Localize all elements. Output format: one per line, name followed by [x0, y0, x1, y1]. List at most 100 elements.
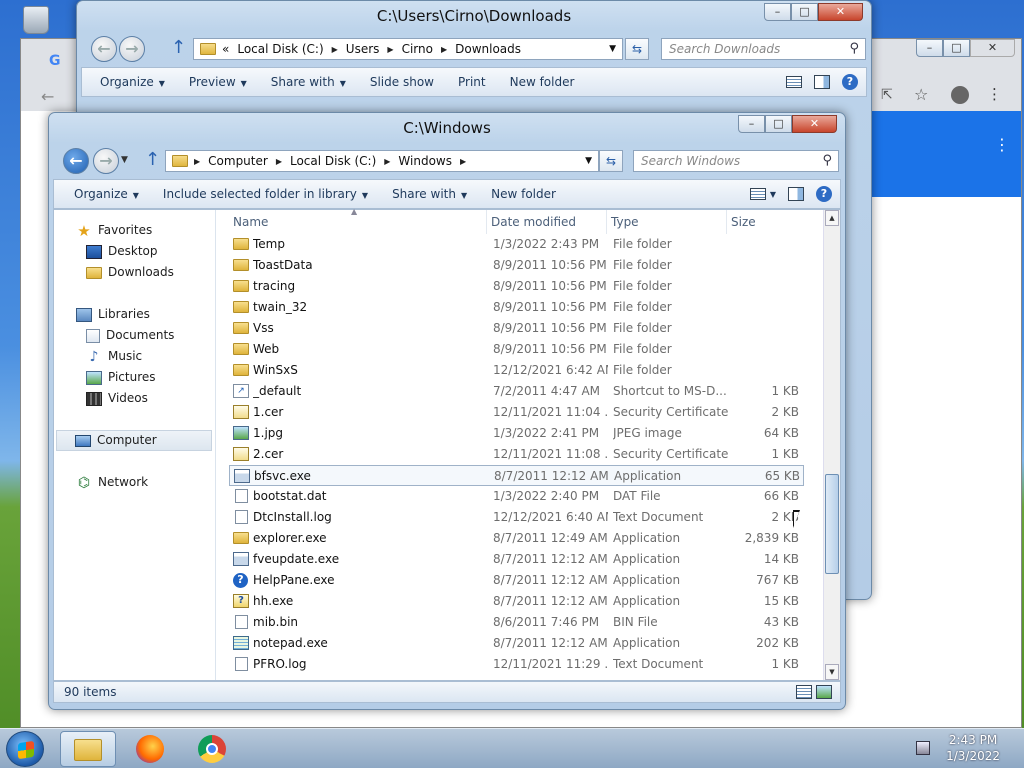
- start-button[interactable]: [6, 731, 44, 767]
- downloads-organize-button[interactable]: Organize ▼: [82, 75, 177, 89]
- preview-pane-icon[interactable]: [788, 187, 804, 201]
- nav-downloads[interactable]: Downloads: [86, 262, 174, 283]
- file-row[interactable]: ? hh.exe 8/7/2011 12:12 AM Application 15 KB: [229, 591, 804, 612]
- chrome-google-tab-icon[interactable]: G: [49, 53, 61, 69]
- minimize-button[interactable]: –: [738, 115, 765, 133]
- downloads-preview-pane-icon[interactable]: [814, 75, 830, 89]
- downloads-preview-button[interactable]: Preview ▼: [177, 75, 259, 89]
- scrollbar-thumb[interactable]: [825, 474, 839, 574]
- file-row[interactable]: ToastData 8/9/2011 10:56 PM File folder: [229, 255, 804, 276]
- view-chevron-down-icon[interactable]: ▼: [770, 190, 776, 199]
- downloads-address-bar[interactable]: « Local Disk (C:) ▶ Users ▶ Cirno ▶ Down…: [193, 38, 623, 60]
- file-row[interactable]: bfsvc.exe 8/7/2011 12:12 AM Application 65 …: [229, 465, 804, 486]
- downloads-print-button[interactable]: Print: [446, 75, 498, 89]
- breadcrumb-windows[interactable]: Windows: [398, 154, 452, 168]
- file-row[interactable]: notepad.exe 8/7/2011 12:12 AM Application 2…: [229, 633, 804, 654]
- nav-network[interactable]: ⌬ Network: [76, 472, 148, 493]
- file-row[interactable]: WinSxS 12/12/2021 6:42 AM File folder: [229, 360, 804, 381]
- nav-music[interactable]: ♪ Music: [86, 346, 143, 367]
- downloads-crumb[interactable]: Downloads: [455, 42, 521, 56]
- address-bar[interactable]: ▶ Computer ▶ Local Disk (C:) ▶ Windows ▶…: [165, 150, 599, 172]
- breadcrumb-computer[interactable]: Computer: [208, 154, 268, 168]
- column-header-date[interactable]: Date modified: [487, 210, 607, 234]
- nav-computer[interactable]: Computer: [56, 430, 212, 451]
- downloads-back-button[interactable]: ←: [91, 36, 117, 62]
- file-row[interactable]: Vss 8/9/2011 10:56 PM File folder: [229, 318, 804, 339]
- downloads-search-input[interactable]: Search Downloads ⚲: [661, 38, 866, 60]
- column-header-name[interactable]: Name: [229, 210, 487, 234]
- recycle-bin-icon[interactable]: [18, 6, 54, 36]
- nav-videos[interactable]: Videos: [86, 388, 148, 409]
- organize-button[interactable]: Organize ▼: [54, 187, 151, 201]
- file-row[interactable]: ? HelpPane.exe 8/7/2011 12:12 AM Applicatio…: [229, 570, 804, 591]
- file-row[interactable]: 1.jpg 1/3/2022 2:41 PM JPEG image 64 KB: [229, 423, 804, 444]
- downloads-maximize-button[interactable]: □: [791, 3, 818, 21]
- downloads-crumb[interactable]: Users: [346, 42, 380, 56]
- downloads-help-icon[interactable]: ?: [842, 74, 858, 90]
- help-icon[interactable]: ?: [816, 186, 832, 202]
- include-in-library-button[interactable]: Include selected folder in library ▼: [151, 187, 380, 201]
- nav-pictures[interactable]: Pictures: [86, 367, 156, 388]
- downloads-share-with-button[interactable]: Share with ▼: [259, 75, 358, 89]
- chevron-down-icon[interactable]: ▼: [585, 156, 592, 166]
- file-row[interactable]: 1.cer 12/11/2021 11:04 ... Security Certif…: [229, 402, 804, 423]
- scroll-up-arrow-icon[interactable]: ▲: [825, 210, 839, 226]
- downloads-crumb[interactable]: Cirno: [402, 42, 433, 56]
- downloads-crumb[interactable]: Local Disk (C:): [237, 42, 323, 56]
- file-row[interactable]: PFRO.log 12/11/2021 11:29 ... Text Documen…: [229, 654, 804, 675]
- back-button[interactable]: ←: [63, 148, 89, 174]
- chrome-menu-icon[interactable]: ⋮: [987, 85, 1002, 103]
- nav-libraries[interactable]: Libraries: [76, 304, 150, 325]
- downloads-view-icon[interactable]: [786, 76, 802, 88]
- clock[interactable]: 2:43 PM 1/3/2022: [946, 732, 1000, 764]
- downloads-crumb[interactable]: «: [222, 42, 229, 56]
- share-with-button[interactable]: Share with ▼: [380, 187, 479, 201]
- new-folder-button[interactable]: New folder: [479, 187, 568, 201]
- nav-favorites[interactable]: ★ Favorites: [76, 220, 152, 241]
- scroll-down-arrow-icon[interactable]: ▼: [825, 664, 839, 680]
- network-tray-icon[interactable]: [916, 741, 930, 755]
- downloads-new-folder-button[interactable]: New folder: [498, 75, 587, 89]
- search-input[interactable]: Search Windows ⚲: [633, 150, 839, 172]
- large-icons-view-icon[interactable]: [816, 685, 832, 699]
- recent-pages-chevron-icon[interactable]: ▼: [121, 155, 128, 165]
- chrome-minimize-button[interactable]: –: [916, 39, 943, 57]
- change-view-icon[interactable]: [749, 188, 766, 200]
- file-row[interactable]: DtcInstall.log 12/12/2021 6:40 AM Text Doc…: [229, 507, 804, 528]
- up-arrow-icon[interactable]: ↑: [145, 149, 160, 170]
- downloads-minimize-button[interactable]: –: [764, 3, 791, 21]
- file-row[interactable]: 2.cer 12/11/2021 11:08 ... Security Certif…: [229, 444, 804, 465]
- taskbar-chrome-button[interactable]: [184, 731, 240, 767]
- close-button[interactable]: ✕: [792, 115, 837, 133]
- downloads-refresh-button[interactable]: ⇆: [625, 38, 649, 60]
- file-row[interactable]: fveupdate.exe 8/7/2011 12:12 AM Applicatio…: [229, 549, 804, 570]
- file-row[interactable]: explorer.exe 8/7/2011 12:49 AM Application…: [229, 528, 804, 549]
- chevron-down-icon[interactable]: ▼: [609, 44, 616, 54]
- chrome-profile-icon[interactable]: [951, 86, 969, 104]
- downloads-forward-button[interactable]: →: [119, 36, 145, 62]
- vertical-scrollbar[interactable]: ▲ ▼: [823, 210, 840, 680]
- downloads-close-button[interactable]: ✕: [818, 3, 863, 21]
- chrome-maximize-button[interactable]: □: [943, 39, 970, 57]
- column-header-size[interactable]: Size: [727, 210, 804, 234]
- maximize-button[interactable]: □: [765, 115, 792, 133]
- file-row[interactable]: Temp 1/3/2022 2:43 PM File folder: [229, 234, 804, 255]
- refresh-button[interactable]: ⇆: [599, 150, 623, 172]
- file-row[interactable]: Web 8/9/2011 10:56 PM File folder: [229, 339, 804, 360]
- chrome-share-icon[interactable]: ⇱: [881, 87, 893, 103]
- taskbar-firefox-button[interactable]: [122, 731, 178, 767]
- nav-documents[interactable]: Documents: [86, 325, 174, 346]
- chrome-page-menu-icon[interactable]: ⋮: [994, 135, 1010, 154]
- file-row[interactable]: bootstat.dat 1/3/2022 2:40 PM DAT File 66 K…: [229, 486, 804, 507]
- nav-desktop[interactable]: Desktop: [86, 241, 158, 262]
- forward-button[interactable]: →: [93, 148, 119, 174]
- chrome-back-icon[interactable]: ←: [41, 87, 54, 106]
- file-row[interactable]: twain_32 8/9/2011 10:56 PM File folder: [229, 297, 804, 318]
- chrome-bookmark-star-icon[interactable]: ☆: [914, 85, 928, 104]
- file-row[interactable]: tracing 8/9/2011 10:56 PM File folder: [229, 276, 804, 297]
- details-view-icon[interactable]: [796, 685, 812, 699]
- chrome-close-button[interactable]: ✕: [970, 39, 1015, 57]
- column-header-type[interactable]: Type: [607, 210, 727, 234]
- downloads-slide-show-button[interactable]: Slide show: [358, 75, 446, 89]
- downloads-up-arrow-icon[interactable]: ↑: [171, 37, 186, 58]
